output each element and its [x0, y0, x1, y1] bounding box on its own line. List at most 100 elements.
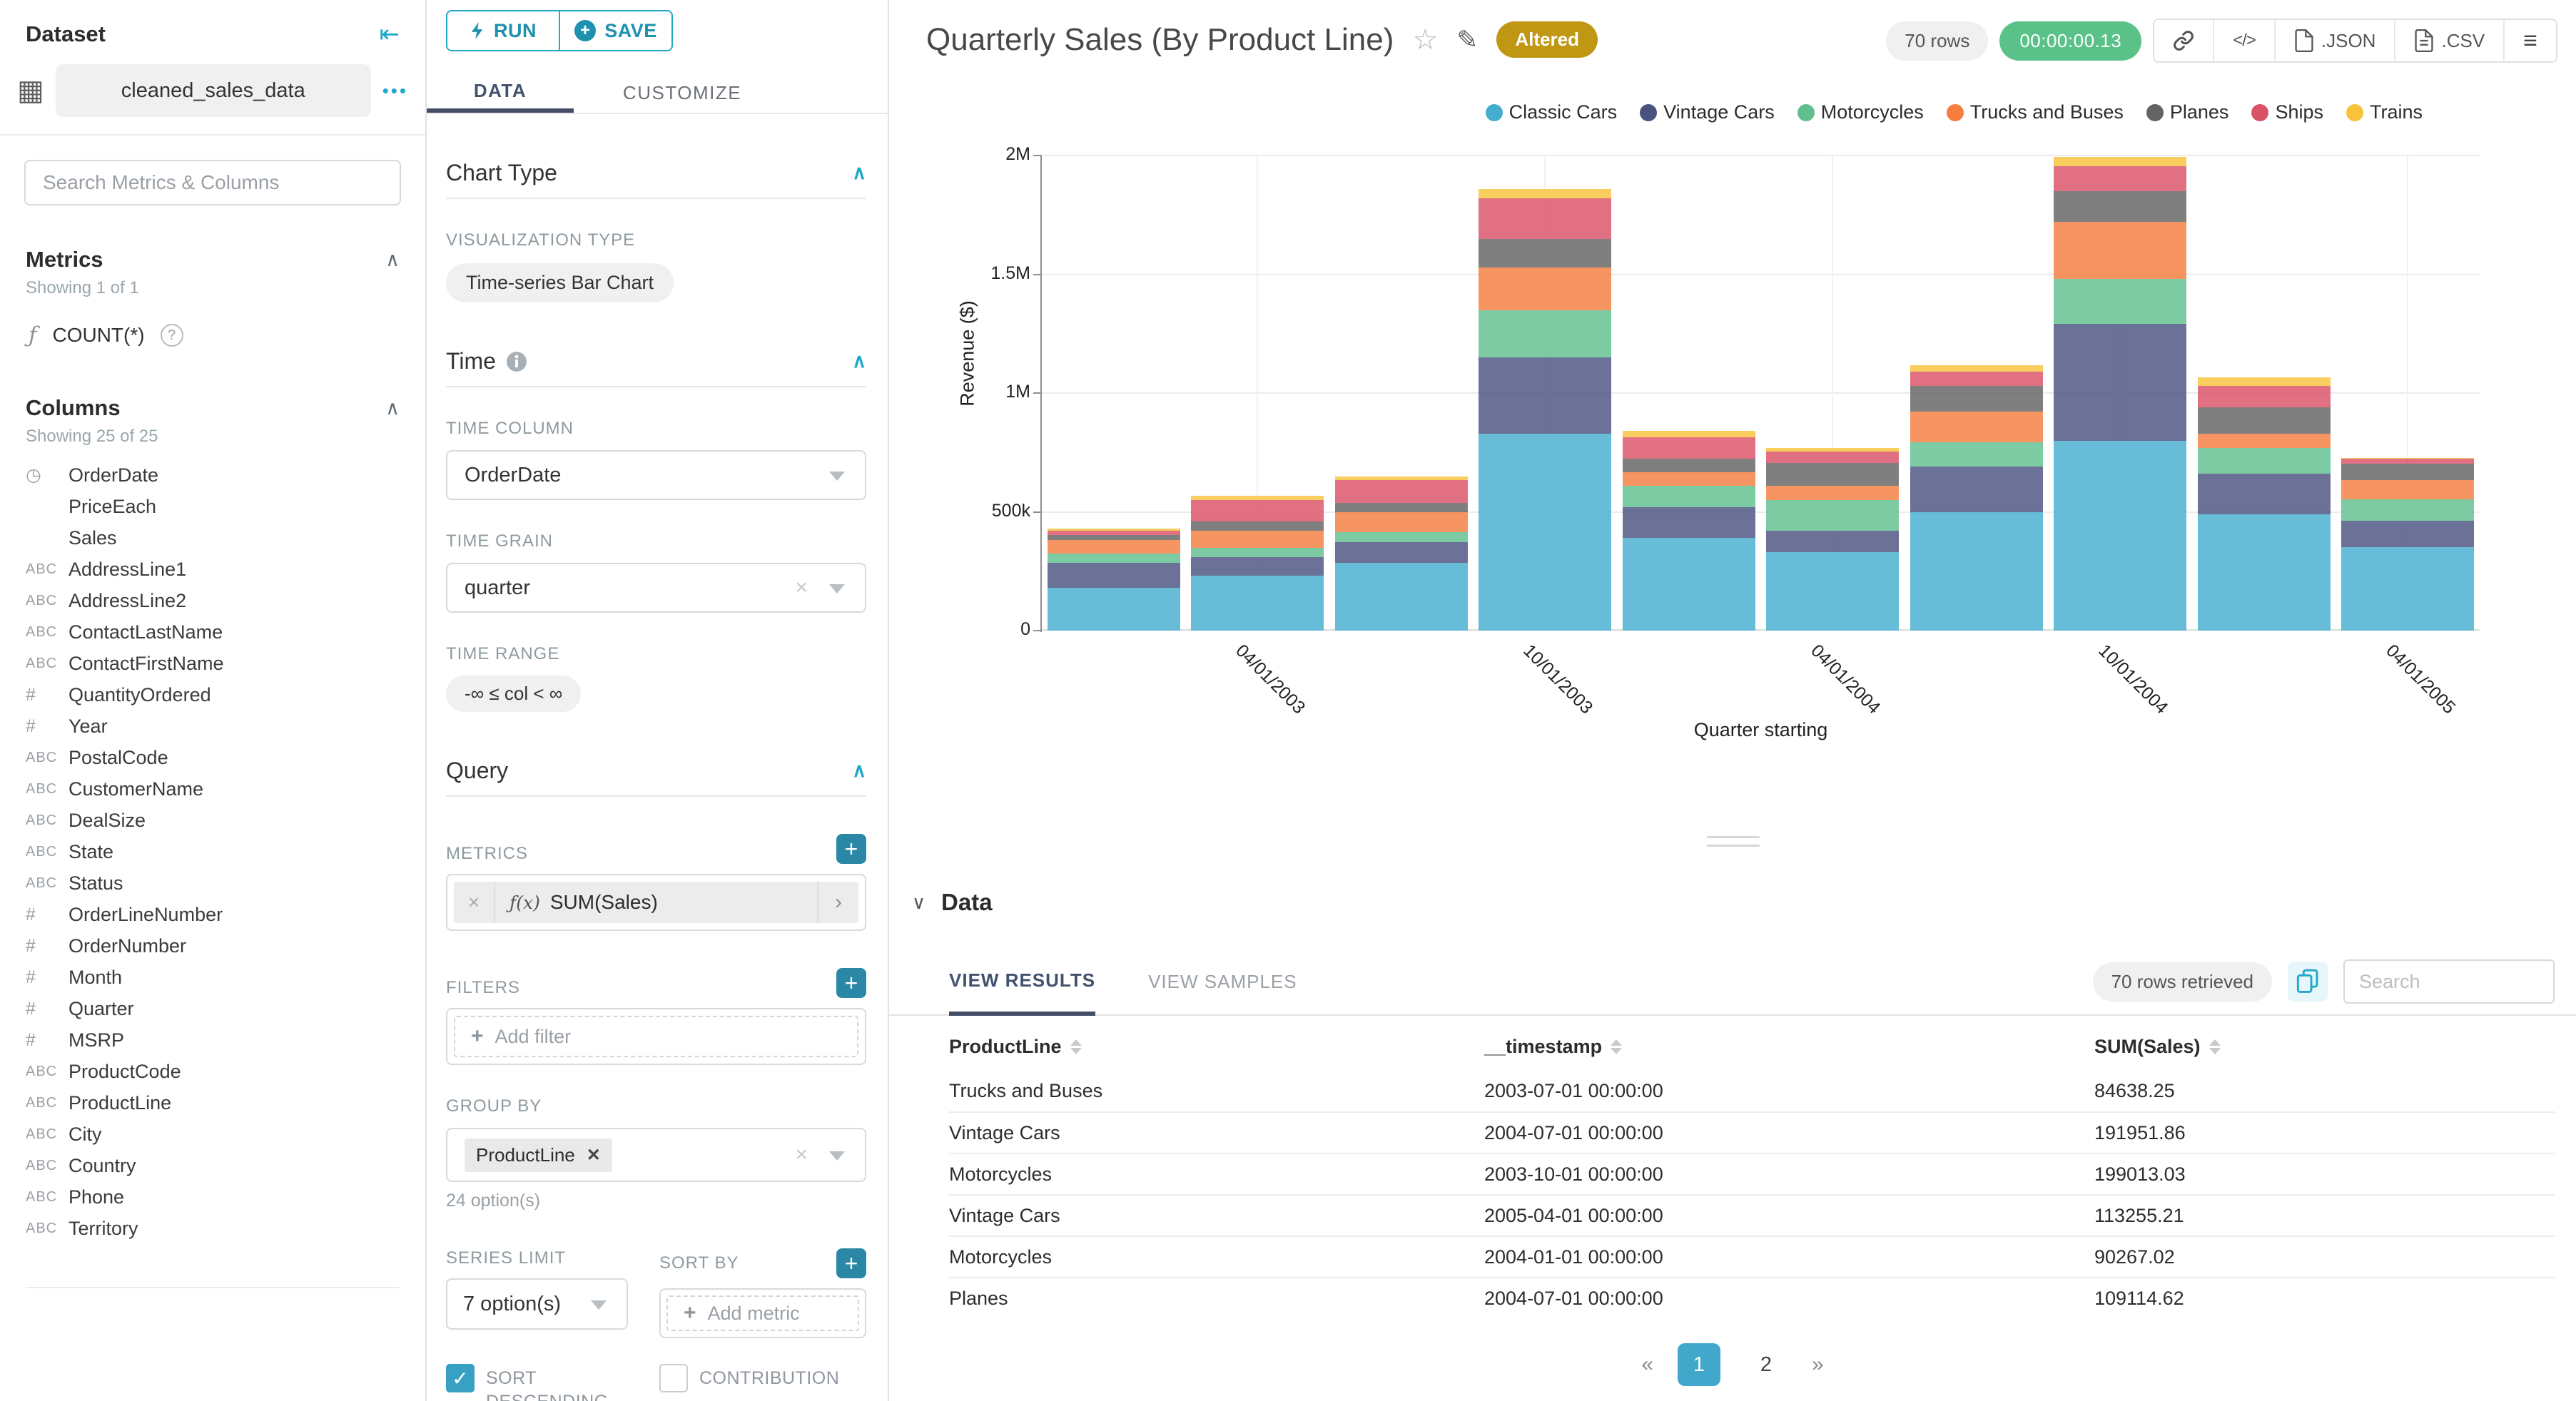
bar-segment-planes[interactable]	[1479, 238, 1612, 268]
pagination-page-1[interactable]: 1	[1678, 1343, 1720, 1386]
bar-segment-vintage-cars[interactable]	[1191, 556, 1324, 576]
column-item[interactable]: ABC Territory	[0, 1213, 425, 1244]
bar-segment-trucks-and-buses[interactable]	[2197, 433, 2331, 448]
bar-segment-vintage-cars[interactable]	[1622, 506, 1755, 539]
column-item[interactable]: ◷ OrderDate	[0, 459, 425, 491]
edit-title-icon[interactable]: ✎	[1456, 25, 1478, 55]
bar-segment-motorcycles[interactable]	[1047, 554, 1180, 564]
bar-segment-trains[interactable]	[2054, 156, 2187, 166]
pagination-prev[interactable]: «	[1641, 1352, 1653, 1377]
remove-metric-icon[interactable]: ×	[454, 882, 495, 923]
column-header-sumsales[interactable]: SUM(Sales)	[2094, 1016, 2555, 1071]
table-row[interactable]: Motorcycles 2003-10-01 00:00:00 199013.03	[949, 1153, 2555, 1195]
legend-item[interactable]: Classic Cars	[1485, 101, 1617, 123]
bar-segment-trucks-and-buses[interactable]	[1622, 472, 1755, 486]
series-limit-select[interactable]: 7 option(s)	[446, 1278, 628, 1330]
bar-segment-trains[interactable]	[1479, 188, 1612, 199]
bar-segment-planes[interactable]	[2197, 407, 2331, 434]
bar-segment-ships[interactable]	[2054, 166, 2187, 191]
bar-segment-trains[interactable]	[1047, 529, 1180, 531]
bar-segment-motorcycles[interactable]	[1910, 442, 2043, 467]
bar-segment-classic-cars[interactable]	[1191, 576, 1324, 631]
sort-icon[interactable]	[1070, 1039, 1082, 1054]
column-item[interactable]: ABC AddressLine1	[0, 554, 425, 585]
time-column-select[interactable]: OrderDate	[446, 450, 866, 500]
tab-customize[interactable]: CUSTOMIZE	[574, 73, 791, 113]
dataset-options-icon[interactable]: •••	[382, 80, 408, 102]
bar-segment-vintage-cars[interactable]	[2054, 324, 2187, 441]
column-item[interactable]: ABC ProductCode	[0, 1056, 425, 1087]
bar-segment-vintage-cars[interactable]	[2341, 520, 2475, 548]
column-item[interactable]: # Quarter	[0, 993, 425, 1024]
column-item[interactable]: Sales	[0, 522, 425, 554]
column-item[interactable]: # OrderNumber	[0, 930, 425, 962]
column-item[interactable]: # Year	[0, 710, 425, 742]
bar-segment-trains[interactable]	[2341, 457, 2475, 459]
bar-segment-trucks-and-buses[interactable]	[1047, 540, 1180, 554]
view-query-button[interactable]: </>	[2213, 20, 2274, 61]
bar-segment-trains[interactable]	[2197, 377, 2331, 387]
dataset-name[interactable]: cleaned_sales_data	[55, 64, 371, 117]
sort-icon[interactable]	[1611, 1039, 1623, 1054]
bar-segment-ships[interactable]	[1766, 451, 1900, 464]
clear-icon[interactable]: ×	[795, 576, 808, 600]
bar-segment-motorcycles[interactable]	[1766, 499, 1900, 531]
column-item[interactable]: # QuantityOrdered	[0, 679, 425, 710]
bar-segment-trains[interactable]	[1334, 477, 1468, 481]
chevron-up-icon[interactable]: ∧	[852, 760, 866, 782]
metric-item[interactable]: ƒ COUNT(*) ?	[0, 317, 425, 354]
bar-segment-ships[interactable]	[2197, 386, 2331, 407]
column-item[interactable]: ABC ProductLine	[0, 1087, 425, 1119]
pagination-next[interactable]: »	[1812, 1352, 1824, 1377]
column-item[interactable]: ABC AddressLine2	[0, 585, 425, 616]
time-range-value[interactable]: -∞ ≤ col < ∞	[446, 676, 582, 712]
column-item[interactable]: ABC DealSize	[0, 805, 425, 836]
copy-data-button[interactable]	[2288, 962, 2328, 1002]
metric-pill[interactable]: × ƒ(x) SUM(Sales) ›	[454, 882, 858, 923]
bar-segment-planes[interactable]	[1191, 521, 1324, 531]
contribution-checkbox[interactable]: CONTRIBUTION	[659, 1362, 839, 1401]
chevron-up-icon[interactable]: ∧	[852, 162, 866, 184]
table-row[interactable]: Vintage Cars 2004-07-01 00:00:00 191951.86	[949, 1111, 2555, 1153]
column-item[interactable]: # MSRP	[0, 1024, 425, 1056]
column-item[interactable]: ABC State	[0, 836, 425, 867]
bar-segment-vintage-cars[interactable]	[1766, 531, 1900, 553]
bar-segment-planes[interactable]	[2054, 190, 2187, 223]
bar-segment-ships[interactable]	[2341, 459, 2475, 464]
tab-view-samples[interactable]: VIEW SAMPLES	[1148, 948, 1297, 1015]
bar-segment-classic-cars[interactable]	[2197, 514, 2331, 631]
bar-segment-trucks-and-buses[interactable]	[1766, 485, 1900, 500]
legend-item[interactable]: Ships	[2251, 101, 2323, 123]
legend-item[interactable]: Trains	[2346, 101, 2423, 123]
bar-segment-classic-cars[interactable]	[2054, 440, 2187, 631]
bar-segment-trucks-and-buses[interactable]	[1334, 511, 1468, 532]
table-row[interactable]: Vintage Cars 2005-04-01 00:00:00 113255.21	[949, 1194, 2555, 1236]
add-sort-metric-dropzone[interactable]: + Add metric	[666, 1295, 859, 1331]
column-item[interactable]: ABC PostalCode	[0, 742, 425, 773]
export-json-button[interactable]: .JSON	[2273, 20, 2395, 61]
group-by-chip[interactable]: ProductLine ✕	[465, 1138, 612, 1172]
add-filter-dropzone[interactable]: + Add filter	[454, 1016, 858, 1057]
bar-segment-ships[interactable]	[1910, 371, 2043, 386]
remove-chip-icon[interactable]: ✕	[587, 1145, 601, 1166]
export-csv-button[interactable]: .CSV	[2394, 20, 2504, 61]
viz-type-value[interactable]: Time-series Bar Chart	[446, 263, 674, 302]
share-link-button[interactable]	[2154, 20, 2214, 61]
column-item[interactable]: PriceEach	[0, 491, 425, 522]
group-by-select[interactable]: ProductLine ✕ ×	[446, 1128, 866, 1182]
table-row[interactable]: Planes 2004-07-01 00:00:00 109114.62	[949, 1277, 2555, 1319]
bar-segment-trucks-and-buses[interactable]	[1910, 412, 2043, 443]
bar-segment-vintage-cars[interactable]	[1334, 541, 1468, 564]
column-item[interactable]: ABC Country	[0, 1150, 425, 1181]
chevron-up-icon[interactable]: ∧	[385, 249, 400, 271]
chart-menu-button[interactable]: ≡	[2503, 20, 2556, 61]
bar-segment-motorcycles[interactable]	[1479, 310, 1612, 358]
add-metric-button[interactable]: +	[836, 834, 866, 864]
chevron-right-icon[interactable]: ›	[817, 882, 858, 923]
column-item[interactable]: ABC ContactFirstName	[0, 648, 425, 679]
bar-segment-vintage-cars[interactable]	[1047, 563, 1180, 589]
chevron-down-icon[interactable]: ∨	[912, 892, 926, 914]
bar-segment-motorcycles[interactable]	[2197, 447, 2331, 474]
add-sort-metric-button[interactable]: +	[836, 1248, 866, 1278]
column-item[interactable]: # Month	[0, 962, 425, 993]
